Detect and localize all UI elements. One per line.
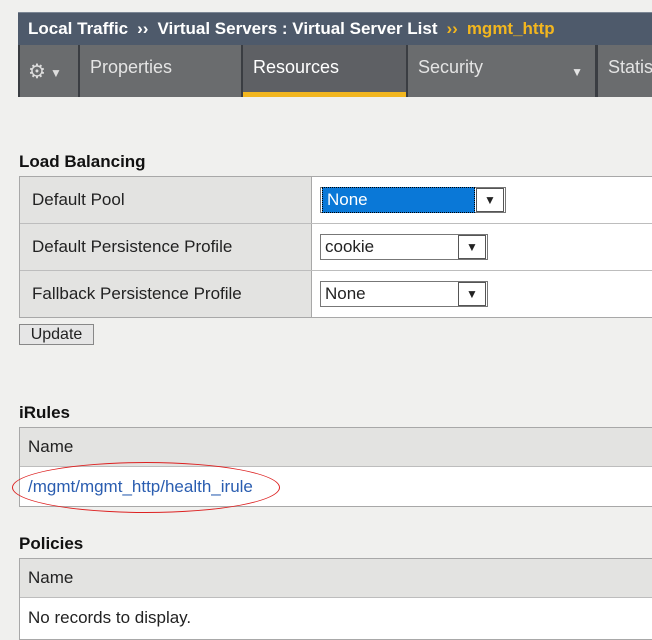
select-value: None [325,284,366,303]
annotation-ellipse [12,462,280,513]
chevron-down-icon: ▼ [458,235,486,259]
chevron-down-icon: ▼ [49,65,62,80]
table-row: Default Pool None ▼ [20,177,652,224]
breadcrumb-separator: ›› [446,19,458,38]
breadcrumb-current: mgmt_http [466,19,555,38]
breadcrumb-virtual-server-list[interactable]: Virtual Servers : Virtual Server List [157,19,437,39]
breadcrumb-separator: ›› [137,19,149,38]
tab-label: Resources [253,57,340,77]
tab-security[interactable]: Security ▼ [408,45,595,97]
chevron-down-icon: ▼ [571,65,583,79]
tab-label: Security [418,57,484,77]
policies-table: Name No records to display. [19,558,652,640]
chevron-down-icon: ▼ [476,188,504,212]
load-balancing-table: Default Pool None ▼ Default Persistence … [19,176,652,318]
chevron-down-icon: ▼ [458,282,486,306]
settings-menu-button[interactable]: ⚙ ▼ [20,45,78,97]
tab-bar: ⚙ ▼ Properties Resources Security ▼ Stati… [18,45,652,97]
section-title-policies: Policies [19,534,84,553]
tab-statistics[interactable]: Statis [598,45,652,97]
column-header-name[interactable]: Name [20,559,652,598]
default-persistence-profile-select[interactable]: cookie ▼ [320,234,488,260]
fallback-persistence-profile-select[interactable]: None ▼ [320,281,488,307]
select-value: None [322,187,475,213]
table-row: Fallback Persistence Profile None ▼ [20,271,652,317]
table-row: Default Persistence Profile cookie ▼ [20,224,652,271]
update-button[interactable]: Update [19,324,94,345]
default-pool-label: Default Pool [20,177,312,223]
empty-message: No records to display. [28,607,192,627]
select-value: cookie [325,237,375,256]
section-title-load-balancing: Load Balancing [19,152,146,171]
fallback-persistence-profile-label: Fallback Persistence Profile [20,271,312,317]
section-title-irules: iRules [19,403,71,422]
breadcrumb-local-traffic[interactable]: Local Traffic [28,19,128,39]
breadcrumb: Local Traffic ›› Virtual Servers : Virtu… [18,12,652,45]
default-pool-select[interactable]: None ▼ [320,187,506,213]
gear-icon: ⚙ [28,61,46,83]
tab-properties[interactable]: Properties [80,45,241,97]
tab-label: Statis [608,57,652,77]
tab-resources[interactable]: Resources [243,45,406,97]
default-persistence-profile-label: Default Persistence Profile [20,224,312,270]
column-header-name[interactable]: Name [20,428,652,467]
tab-label: Properties [90,57,173,77]
